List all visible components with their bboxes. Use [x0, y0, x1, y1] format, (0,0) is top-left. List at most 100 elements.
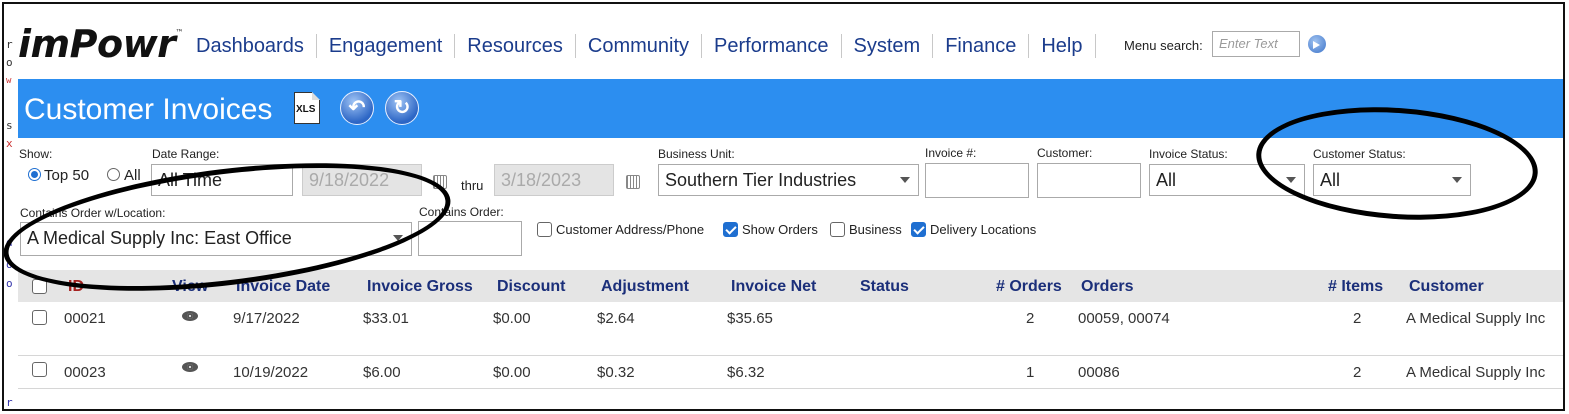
- col-customer[interactable]: Customer: [1409, 278, 1484, 296]
- cell-invoice-net: $6.32: [727, 364, 765, 381]
- gutter-char: o: [6, 56, 13, 69]
- gutter-char: d: [6, 236, 13, 249]
- menu-finance[interactable]: Finance: [933, 34, 1030, 58]
- calendar-icon[interactable]: [626, 175, 640, 189]
- col-id[interactable]: ID: [68, 278, 84, 296]
- show-orders-checkbox[interactable]: [723, 222, 738, 237]
- table-row: 00023 10/19/2022 $6.00 $0.00 $0.32 $6.32…: [18, 356, 1563, 389]
- col-num-items[interactable]: # Items: [1328, 278, 1383, 296]
- col-adjustment[interactable]: Adjustment: [601, 278, 689, 296]
- top-navigation: imPowr™ Dashboards Engagement Resources …: [18, 4, 1563, 79]
- eye-icon[interactable]: [182, 362, 198, 372]
- delivery-locations-checkbox[interactable]: [911, 222, 926, 237]
- cell-invoice-gross: $33.01: [363, 310, 409, 327]
- business-checkbox[interactable]: [830, 222, 845, 237]
- show-all-radio[interactable]: [107, 168, 120, 181]
- gutter-char: o: [6, 277, 13, 290]
- col-num-orders[interactable]: # Orders: [996, 278, 1062, 296]
- cell-orders[interactable]: 00059, 00074: [1078, 310, 1170, 327]
- gutter-char: o: [6, 258, 13, 271]
- row-checkbox[interactable]: [32, 310, 47, 325]
- row-checkbox[interactable]: [32, 362, 47, 377]
- customer-status-select[interactable]: All: [1313, 164, 1471, 196]
- cell-invoice-date: 10/19/2022: [233, 364, 309, 381]
- menu-community[interactable]: Community: [576, 34, 703, 58]
- customer-address-checkbox[interactable]: [537, 222, 552, 237]
- chevron-down-icon: [1452, 177, 1462, 183]
- date-to-input[interactable]: 3/18/2023: [494, 164, 614, 196]
- chevron-down-icon: [393, 235, 403, 241]
- show-top50-radio[interactable]: [28, 168, 41, 181]
- menu-performance[interactable]: Performance: [702, 34, 842, 58]
- cell-adjustment: $2.64: [597, 310, 635, 327]
- chevron-down-icon: [900, 177, 910, 183]
- customer-input[interactable]: [1037, 163, 1141, 198]
- order-location-label: Contains Order w/Location:: [20, 206, 166, 220]
- invoice-number-label: Invoice #:: [925, 146, 977, 160]
- cell-num-items: 2: [1353, 310, 1362, 327]
- menu-help[interactable]: Help: [1029, 34, 1096, 58]
- menu-system[interactable]: System: [842, 34, 934, 58]
- cell-num-orders: 2: [1026, 310, 1035, 327]
- select-all-checkbox[interactable]: [32, 279, 47, 294]
- cell-adjustment: $0.32: [597, 364, 635, 381]
- delivery-locations-label: Delivery Locations: [930, 222, 1037, 237]
- main-menu: Dashboards Engagement Resources Communit…: [196, 34, 1096, 58]
- gutter-char: s: [6, 119, 13, 132]
- col-invoice-net[interactable]: Invoice Net: [731, 278, 816, 296]
- cell-orders[interactable]: 00086: [1078, 364, 1120, 381]
- menu-search-input[interactable]: Enter Text: [1212, 31, 1300, 57]
- refresh-icon[interactable]: ↻: [385, 91, 419, 125]
- date-range-label: Date Range:: [152, 147, 220, 161]
- col-invoice-gross[interactable]: Invoice Gross: [367, 278, 473, 296]
- col-status[interactable]: Status: [860, 278, 909, 296]
- business-label: Business: [849, 222, 902, 237]
- menu-search-go-icon[interactable]: [1308, 35, 1326, 53]
- col-invoice-date[interactable]: Invoice Date: [236, 278, 330, 296]
- gutter-char: r: [6, 38, 13, 51]
- table-row: 00021 9/17/2022 $33.01 $0.00 $2.64 $35.6…: [18, 302, 1563, 356]
- show-top50-label: Top 50: [44, 167, 90, 184]
- chevron-down-icon: [1286, 177, 1296, 183]
- gutter-char: w: [6, 76, 12, 86]
- col-discount[interactable]: Discount: [497, 278, 565, 296]
- cell-discount: $0.00: [493, 310, 531, 327]
- app-logo[interactable]: imPowr™: [18, 22, 183, 66]
- customer-label: Customer:: [1037, 146, 1093, 160]
- app-window: r o w s x d o o r imPowr™ Dashboards Eng…: [2, 2, 1565, 411]
- cell-num-orders: 1: [1026, 364, 1035, 381]
- menu-resources[interactable]: Resources: [455, 34, 576, 58]
- calendar-icon[interactable]: [433, 175, 447, 189]
- col-view: View: [172, 278, 209, 295]
- left-gutter: r o w s x d o o r: [4, 4, 18, 409]
- invoice-number-input[interactable]: [925, 163, 1029, 198]
- invoice-status-label: Invoice Status:: [1149, 147, 1228, 161]
- date-from-input[interactable]: 9/18/2022: [302, 164, 422, 196]
- date-range-select[interactable]: All Time: [151, 164, 293, 196]
- thru-label: thru: [461, 178, 484, 193]
- eye-icon[interactable]: [182, 311, 198, 321]
- xls-export-icon[interactable]: XLS: [294, 92, 320, 124]
- cell-id[interactable]: 00021: [64, 310, 106, 327]
- business-unit-select[interactable]: Southern Tier Industries: [658, 164, 919, 196]
- order-location-select[interactable]: A Medical Supply Inc: East Office: [20, 222, 412, 256]
- invoice-status-select[interactable]: All: [1149, 164, 1305, 196]
- cell-customer[interactable]: A Medical Supply Inc: [1406, 310, 1545, 327]
- back-arrow-icon[interactable]: ↶: [340, 91, 374, 125]
- customer-address-label: Customer Address/Phone: [556, 222, 705, 237]
- customer-status-label: Customer Status:: [1313, 147, 1406, 161]
- cell-discount: $0.00: [493, 364, 531, 381]
- gutter-char: r: [6, 396, 13, 409]
- col-orders[interactable]: Orders: [1081, 278, 1133, 296]
- cell-customer[interactable]: A Medical Supply Inc: [1406, 364, 1545, 381]
- gutter-char: x: [6, 137, 13, 150]
- cell-invoice-date: 9/17/2022: [233, 310, 300, 327]
- menu-engagement[interactable]: Engagement: [317, 34, 456, 58]
- show-label: Show:: [19, 147, 53, 161]
- cell-id[interactable]: 00023: [64, 364, 106, 381]
- cell-num-items: 2: [1353, 364, 1362, 381]
- page-header-bar: Customer Invoices XLS ↶ ↻: [18, 79, 1563, 138]
- show-all-label: All: [124, 167, 141, 184]
- contains-order-input[interactable]: [418, 221, 522, 256]
- menu-dashboards[interactable]: Dashboards: [196, 34, 317, 58]
